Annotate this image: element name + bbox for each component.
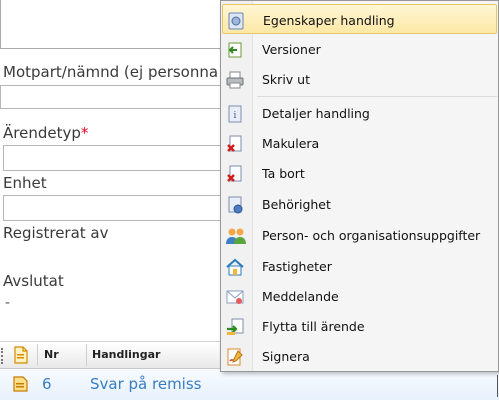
menu-item-print[interactable]: Skriv ut	[222, 64, 497, 94]
sign-icon	[226, 348, 244, 366]
context-menu: Egenskaper handling Versioner Skriv ut i…	[220, 0, 499, 372]
closed-value: -	[5, 295, 11, 311]
move-to-case-icon	[226, 318, 244, 335]
row-title[interactable]: Svar på remiss	[90, 375, 201, 393]
description-textarea[interactable]	[0, 0, 230, 49]
menu-separator	[257, 96, 497, 97]
document-column-icon	[13, 346, 29, 368]
column-grip[interactable]	[1, 348, 7, 364]
void-document-icon	[226, 135, 244, 152]
menu-item-details[interactable]: i Detaljer handling	[222, 98, 497, 128]
property-house-icon	[226, 258, 244, 276]
properties-icon	[227, 12, 245, 30]
menu-item-permissions[interactable]: Behörighet	[222, 189, 497, 219]
unit-input[interactable]	[3, 195, 231, 221]
menu-item-message[interactable]: Meddelande	[222, 281, 497, 311]
casetype-input[interactable]	[3, 145, 231, 171]
closed-label: Avslutat	[3, 272, 64, 290]
menu-item-delete[interactable]: Ta bort	[222, 158, 497, 188]
required-marker: *	[80, 124, 89, 142]
row-number: 6	[42, 375, 52, 393]
unit-label: Enhet	[3, 174, 47, 192]
column-header-nr[interactable]: Nr	[44, 348, 59, 361]
details-icon: i	[226, 105, 244, 123]
svg-text:i: i	[234, 111, 237, 121]
document-icon	[12, 375, 30, 397]
menu-item-move-to-case[interactable]: Flytta till ärende	[222, 311, 497, 341]
menu-item-properties-real-estate[interactable]: Fastigheter	[222, 251, 497, 281]
counterparty-label: Motpart/nämnd (ej personna	[3, 63, 219, 81]
menu-item-void[interactable]: Makulera	[222, 128, 497, 158]
permissions-icon	[226, 196, 244, 214]
people-icon	[226, 227, 246, 244]
counterparty-input[interactable]	[0, 85, 231, 109]
delete-document-icon	[226, 165, 244, 182]
registered-by-label: Registrerat av	[3, 224, 109, 242]
menu-item-versions[interactable]: Versioner	[222, 34, 497, 64]
casetype-label: Ärendetyp*	[3, 124, 89, 142]
column-header-handlingar[interactable]: Handlingar	[92, 348, 160, 361]
message-icon	[226, 288, 244, 305]
menu-item-sign[interactable]: Signera	[222, 341, 497, 371]
menu-item-properties[interactable]: Egenskaper handling	[222, 4, 497, 34]
printer-icon	[226, 71, 244, 89]
versions-icon	[226, 41, 244, 58]
table-row[interactable]: 6 Svar på remiss	[0, 369, 499, 400]
menu-item-people[interactable]: Person- och organisationsuppgifter	[222, 220, 497, 250]
